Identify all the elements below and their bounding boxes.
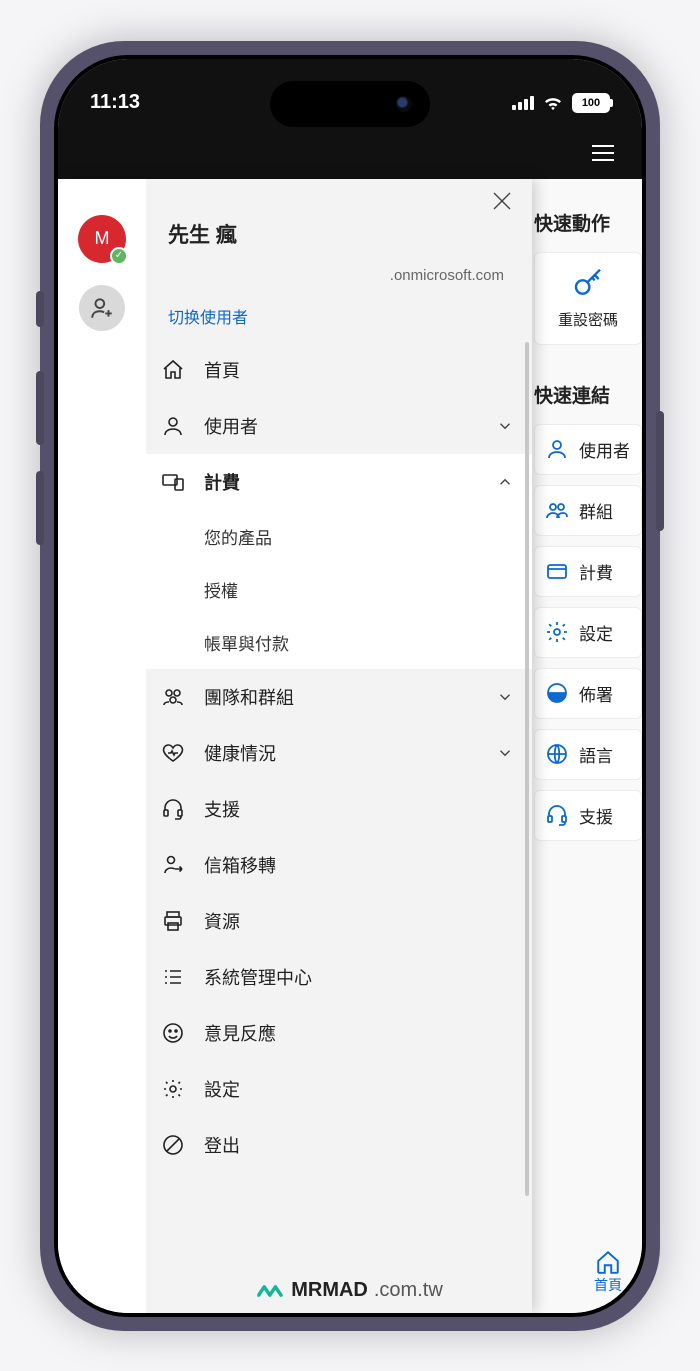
circle-half-icon	[545, 681, 569, 705]
phone-volume-up	[36, 371, 44, 445]
close-button[interactable]	[490, 189, 514, 219]
sidebar-item-admin-centers[interactable]: 系統管理中心	[146, 949, 532, 1005]
globe-icon	[545, 742, 569, 766]
sidebar-item-teams[interactable]: 團隊和群組	[146, 669, 532, 725]
sidebar-item-signout[interactable]: 登出	[146, 1117, 532, 1173]
heart-pulse-icon	[160, 740, 186, 766]
user-icon	[545, 437, 569, 461]
reset-password-label: 重設密碼	[558, 309, 618, 330]
reset-password-card[interactable]: 重設密碼	[534, 252, 642, 345]
key-icon	[572, 267, 604, 299]
presence-available-icon: ✓	[110, 247, 128, 265]
chevron-up-icon	[496, 473, 514, 491]
group-icon	[160, 684, 186, 710]
navigation-drawer: M ✓ 先生 瘋 .onmicrosoft.com 切换使用者	[58, 179, 532, 1313]
menu-icon[interactable]	[592, 145, 614, 161]
quick-link-groups[interactable]: 群組	[534, 485, 642, 536]
switch-user-link[interactable]: 切换使用者	[168, 304, 510, 328]
app-bar	[58, 127, 642, 179]
signal-icon	[512, 96, 534, 110]
smile-icon	[160, 1020, 186, 1046]
headset-icon	[545, 803, 569, 827]
account-rail: M ✓	[58, 179, 146, 1313]
user-transfer-icon	[160, 852, 186, 878]
status-time: 11:13	[90, 91, 140, 114]
phone-silent-switch	[36, 291, 44, 327]
quick-actions-heading: 快速動作	[534, 209, 642, 236]
avatar-initial: M	[95, 228, 110, 249]
quick-link-support[interactable]: 支援	[534, 790, 642, 841]
gear-icon	[160, 1076, 186, 1102]
quick-link-deploy[interactable]: 佈署	[534, 668, 642, 719]
chevron-down-icon	[496, 744, 514, 762]
close-icon	[490, 189, 514, 213]
phone-power-button	[656, 411, 664, 531]
menu-list: 首頁 使用者 計費 您的產品 授權	[146, 342, 532, 1313]
sidebar-item-support[interactable]: 支援	[146, 781, 532, 837]
card-icon	[545, 559, 569, 583]
chevron-down-icon	[496, 417, 514, 435]
printer-icon	[160, 908, 186, 934]
profile-domain: .onmicrosoft.com	[168, 267, 510, 284]
quick-link-settings[interactable]: 設定	[534, 607, 642, 658]
profile-name: 先生 瘋	[168, 219, 510, 249]
add-user-icon	[89, 295, 115, 321]
group-icon	[545, 498, 569, 522]
profile-header: 先生 瘋 .onmicrosoft.com 切换使用者	[146, 179, 532, 342]
home-icon	[595, 1249, 621, 1275]
quick-link-users[interactable]: 使用者	[534, 424, 642, 475]
block-icon	[160, 1132, 186, 1158]
main-content-underlay: 快速動作 重設密碼 快速連結 使用者 群組 計費	[522, 179, 642, 1313]
add-account-button[interactable]	[79, 285, 125, 331]
watermark-logo-icon	[257, 1277, 285, 1305]
wifi-icon	[542, 95, 564, 111]
sidebar-item-users[interactable]: 使用者	[146, 398, 532, 454]
sidebar-sub-bills-payments[interactable]: 帳單與付款	[146, 616, 532, 669]
dynamic-island	[270, 81, 430, 127]
phone-volume-down	[36, 471, 44, 545]
user-icon	[160, 413, 186, 439]
battery-icon: 100	[572, 93, 610, 113]
gear-icon	[545, 620, 569, 644]
quick-link-language[interactable]: 語言	[534, 729, 642, 780]
phone-frame: 11:13 100 快速動作 重設密碼 快速連結	[40, 41, 660, 1331]
sidebar-item-migration[interactable]: 信箱移轉	[146, 837, 532, 893]
quick-link-billing[interactable]: 計費	[534, 546, 642, 597]
sidebar-item-home[interactable]: 首頁	[146, 342, 532, 398]
sidebar-item-feedback[interactable]: 意見反應	[146, 1005, 532, 1061]
home-icon	[160, 357, 186, 383]
sidebar-sub-licenses[interactable]: 授權	[146, 563, 532, 616]
quick-links-heading: 快速連結	[534, 381, 642, 408]
sidebar-item-settings[interactable]: 設定	[146, 1061, 532, 1117]
devices-icon	[160, 469, 186, 495]
headset-icon	[160, 796, 186, 822]
bottom-nav-home[interactable]: 首頁	[594, 1249, 622, 1295]
avatar[interactable]: M ✓	[78, 215, 126, 263]
scrollbar[interactable]	[525, 342, 529, 1196]
list-icon	[160, 964, 186, 990]
sidebar-sub-your-products[interactable]: 您的產品	[146, 510, 532, 563]
sidebar-item-health[interactable]: 健康情況	[146, 725, 532, 781]
sidebar-item-resources[interactable]: 資源	[146, 893, 532, 949]
sidebar-item-billing[interactable]: 計費	[146, 454, 532, 510]
chevron-down-icon	[496, 688, 514, 706]
watermark: MRMAD.com.tw	[257, 1277, 443, 1305]
